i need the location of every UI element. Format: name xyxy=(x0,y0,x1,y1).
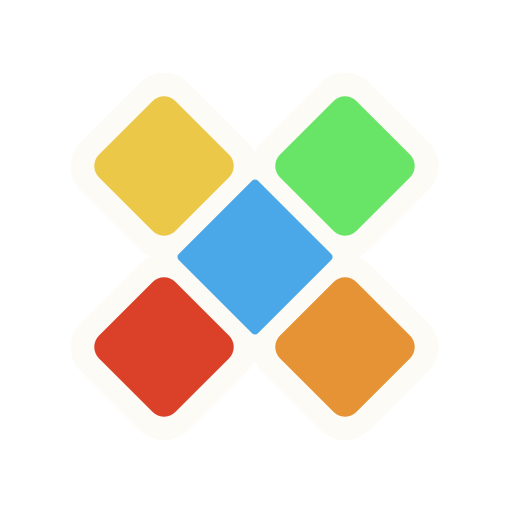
x-tiles-logo-icon xyxy=(70,72,439,441)
app-icon-canvas xyxy=(0,0,512,512)
logo-tiles xyxy=(94,96,415,417)
